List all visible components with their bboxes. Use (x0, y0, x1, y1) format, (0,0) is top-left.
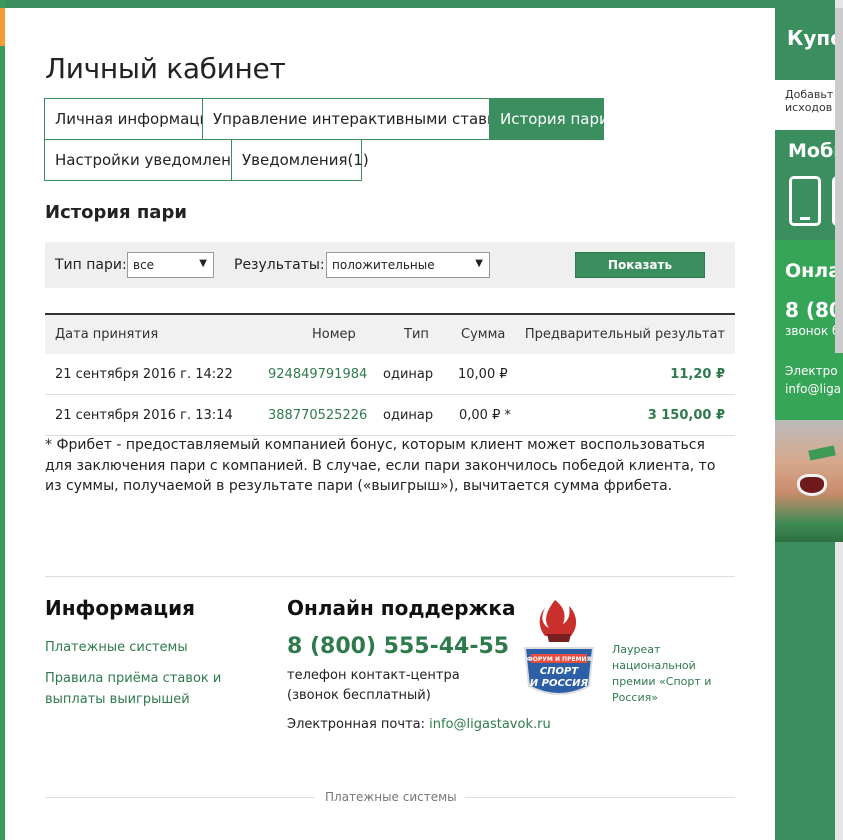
award-text: Лауреат национальной премии «Спорт и Рос… (612, 643, 712, 704)
svg-text:И РОССИЯ: И РОССИЯ (530, 678, 589, 689)
svg-text:ФОРУМ И ПРЕМИЯ: ФОРУМ И ПРЕМИЯ (527, 656, 592, 663)
coupon-text-line: исходов (785, 101, 833, 114)
fan-promo-image[interactable] (775, 420, 843, 542)
header-sum: Сумма (461, 327, 506, 342)
dropdown-arrow-icon: ▼ (199, 258, 207, 269)
table-row: 21 сентября 2016 г. 13:14 388770525226 о… (45, 395, 735, 436)
tab-notification-settings[interactable]: Настройки уведомлений (44, 139, 250, 181)
row-result: 11,20 ₽ (670, 366, 725, 382)
row-type: одинар (383, 407, 434, 423)
email-link[interactable]: info@ligastavok.ru (429, 717, 551, 732)
section-title: История пари (45, 202, 187, 223)
smartphone-icon (789, 176, 821, 226)
mobile-app-block[interactable]: Моби (775, 124, 843, 234)
online-note: звонок б (785, 324, 840, 338)
support-title: Онлайн поддержка (287, 596, 516, 620)
results-value: положительные (332, 258, 435, 272)
online-mail-link[interactable]: info@liga (785, 380, 841, 398)
header-result: Предварительный результат (524, 327, 725, 342)
betting-rules-link[interactable]: Правила приёма ставок и выплаты выигрыше… (45, 668, 275, 710)
filter-bar: Тип пари: все ▼ Результаты: положительны… (45, 242, 735, 288)
bet-type-label: Тип пари: (55, 257, 127, 273)
tab-interactive-bets[interactable]: Управление интерактивными ставками (202, 98, 526, 140)
coupon-header[interactable]: Купо (775, 8, 843, 80)
online-support-block: Онла 8 (800 звонок б Электро info@liga (775, 240, 843, 420)
face-paint (808, 445, 836, 461)
bet-history-table: Дата принятия Номер Тип Сумма Предварите… (45, 313, 735, 436)
page-title: Личный кабинет (45, 52, 286, 85)
results-select[interactable]: положительные ▼ (326, 252, 490, 278)
show-button[interactable]: Показать (575, 252, 705, 278)
table-header: Дата принятия Номер Тип Сумма Предварите… (45, 313, 735, 354)
row-type: одинар (383, 366, 434, 382)
info-title: Информация (45, 596, 195, 620)
row-date: 21 сентября 2016 г. 14:22 (55, 366, 233, 382)
support-phone[interactable]: 8 (800) 555-44-55 (287, 634, 509, 659)
payment-systems-link[interactable]: Платежные системы (45, 637, 188, 658)
tab-notifications[interactable]: Уведомления(1) (231, 139, 369, 181)
payment-divider-right (465, 797, 735, 798)
online-title: Онла (785, 260, 842, 282)
tab-personal-info[interactable]: Личная информация (44, 98, 218, 140)
row-bet-number-link[interactable]: 388770525226 (268, 395, 367, 435)
coupon-body: Добавьт исходов (775, 80, 843, 124)
bet-type-value: все (133, 258, 155, 272)
footer-divider (45, 576, 735, 577)
svg-text:СПОРТ: СПОРТ (540, 666, 580, 677)
freebet-footnote: * Фрибет - предоставляемый компанией бон… (45, 437, 716, 494)
row-sum: 10,00 ₽ (458, 366, 508, 382)
email-line: Электронная почта: info@ligastavok.ru (287, 717, 551, 732)
payment-divider-left (45, 797, 315, 798)
results-label: Результаты: (234, 257, 325, 273)
coupon-text-line: Добавьт (785, 88, 834, 101)
account-modal: Личный кабинет Личная информация Управле… (5, 8, 775, 840)
top-bar (0, 0, 843, 8)
bet-type-select[interactable]: все ▼ (127, 252, 214, 278)
row-date: 21 сентября 2016 г. 13:14 (55, 407, 233, 423)
row-result: 3 150,00 ₽ (647, 407, 725, 423)
table-row: 21 сентября 2016 г. 14:22 924849791984 о… (45, 354, 735, 395)
dropdown-arrow-icon: ▼ (475, 258, 483, 269)
scrollbar-thumb[interactable] (835, 8, 843, 353)
header-number: Номер (312, 327, 356, 342)
header-date: Дата принятия (55, 327, 159, 342)
online-mail-label: Электро (785, 364, 838, 378)
tab-bet-history[interactable]: История пари (489, 98, 609, 140)
online-mail: Электро info@liga (785, 362, 841, 398)
email-label: Электронная почта: (287, 717, 425, 732)
coupon-text: Добавьт исходов (785, 88, 833, 114)
row-sum: 0,00 ₽ * (459, 407, 511, 423)
payment-systems-label: Платежные системы (325, 790, 457, 804)
right-sidebar: Купо Добавьт исходов Моби Онла 8 (800 зв… (775, 0, 843, 840)
fan-mouth (797, 474, 827, 496)
row-bet-number-link[interactable]: 924849791984 (268, 354, 367, 394)
phone-note: телефон контакт-центра (звонок бесплатны… (287, 668, 460, 703)
header-type: Тип (404, 327, 429, 342)
sport-russia-award-logo: ФОРУМ И ПРЕМИЯ СПОРТ И РОССИЯ (523, 600, 595, 695)
